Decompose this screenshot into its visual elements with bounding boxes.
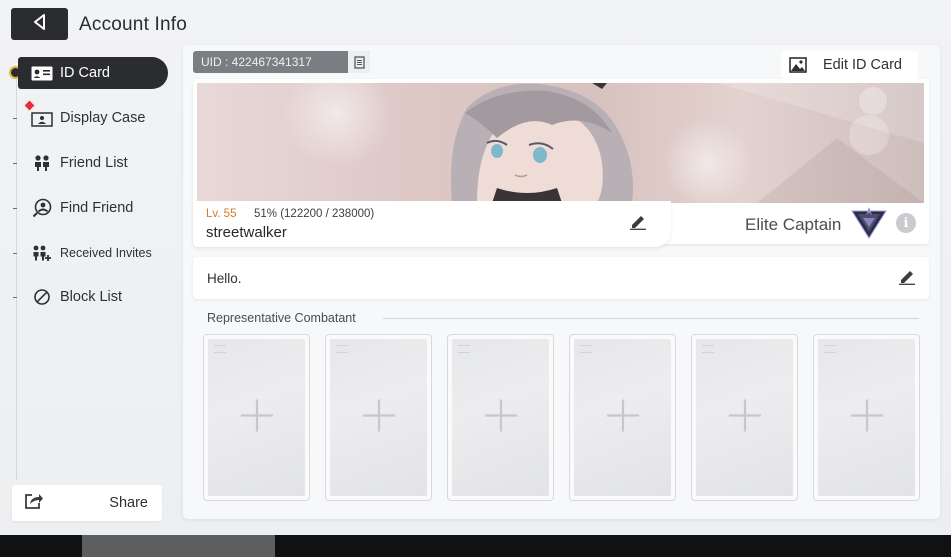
slot-tag-icon [580, 345, 592, 353]
sidebar-item-display-case[interactable]: Display Case [13, 102, 168, 134]
add-combatant-icon [483, 397, 519, 438]
combatant-slot-frame [574, 339, 671, 496]
nav-tick [13, 296, 17, 298]
back-arrow-icon [31, 13, 49, 36]
combatant-slot[interactable] [569, 334, 676, 501]
slot-tag-icon [214, 345, 226, 353]
combatant-slot[interactable] [691, 334, 798, 501]
pencil-icon [899, 271, 915, 285]
id-card-icon [30, 63, 54, 83]
sidebar-item-label: Find Friend [60, 200, 134, 216]
combatant-slot-frame [452, 339, 549, 496]
id-card-banner-image [197, 83, 924, 203]
rank-title: Elite Captain [745, 215, 842, 234]
edit-username-button[interactable] [629, 214, 647, 235]
sidebar-item-id-card[interactable]: ID Card [18, 57, 168, 89]
pencil-icon [630, 216, 646, 230]
sidebar-item-friend-list[interactable]: Friend List [13, 147, 168, 179]
combatant-slot-frame [208, 339, 305, 496]
sidebar-item-label: Display Case [60, 110, 146, 126]
find-friend-icon [30, 198, 54, 218]
combatant-slot-frame [330, 339, 427, 496]
slot-tag-icon [824, 345, 836, 353]
friend-list-icon [30, 153, 54, 173]
combatant-slot[interactable] [447, 334, 554, 501]
add-combatant-icon [727, 397, 763, 438]
add-combatant-icon [605, 397, 641, 438]
slot-tag-icon [336, 345, 348, 353]
greeting-box: Hello. [193, 257, 929, 299]
slot-tag-icon [702, 345, 714, 353]
player-level: Lv. 55 [206, 208, 237, 220]
sidebar-item-label: Block List [60, 289, 123, 305]
player-exp: 51% (122200 / 238000) [254, 208, 375, 220]
sidebar-item-received-invites[interactable]: Received Invites [13, 237, 168, 269]
share-icon [24, 492, 44, 514]
info-icon: i [903, 215, 909, 231]
sidebar-item-label: Friend List [60, 155, 128, 171]
received-invites-icon [30, 243, 54, 263]
image-icon [789, 57, 807, 73]
add-combatant-icon [239, 397, 275, 438]
bottom-bar-segment [82, 535, 275, 557]
block-icon [30, 287, 54, 307]
section-divider [383, 318, 919, 319]
edit-id-card-button[interactable]: Edit ID Card [781, 51, 918, 79]
rank-info-button[interactable]: i [896, 213, 916, 233]
edit-id-card-label: Edit ID Card [823, 57, 902, 73]
uid-display: UID : 422467341317 [193, 51, 370, 73]
nav-tick [13, 162, 17, 164]
display-case-icon [30, 108, 54, 128]
uid-text: UID : 422467341317 [201, 55, 312, 69]
share-button[interactable]: Share [12, 485, 162, 521]
copy-uid-button[interactable] [348, 51, 370, 73]
player-username: streetwalker [206, 224, 287, 241]
sidebar-item-find-friend[interactable]: Find Friend [13, 192, 168, 224]
copy-icon [353, 55, 365, 69]
nav-tick [13, 117, 17, 119]
back-button[interactable] [11, 8, 68, 40]
combatant-slot-frame [696, 339, 793, 496]
slot-tag-icon [458, 345, 470, 353]
bottom-bar [0, 535, 951, 557]
greeting-text: Hello. [207, 271, 242, 286]
nav-tick [13, 252, 17, 254]
combatant-slot-frame [818, 339, 915, 496]
share-label: Share [109, 495, 148, 511]
sidebar-item-label: ID Card [60, 65, 110, 81]
sidebar-item-label: Received Invites [60, 246, 152, 260]
combatant-slot[interactable] [325, 334, 432, 501]
combatant-slot[interactable] [203, 334, 310, 501]
nav-tick [13, 207, 17, 209]
add-combatant-icon [849, 397, 885, 438]
sidebar-divider [16, 70, 17, 480]
combatant-slot[interactable] [813, 334, 920, 501]
edit-greeting-button[interactable] [898, 269, 916, 290]
page-title: Account Info [79, 14, 188, 35]
representative-combatant-label: Representative Combatant [207, 311, 356, 325]
sidebar-item-block-list[interactable]: Block List [13, 281, 168, 313]
rank-emblem-icon [850, 205, 888, 246]
player-info-tab: Lv. 55 51% (122200 / 238000) streetwalke… [193, 201, 671, 247]
add-combatant-icon [361, 397, 397, 438]
